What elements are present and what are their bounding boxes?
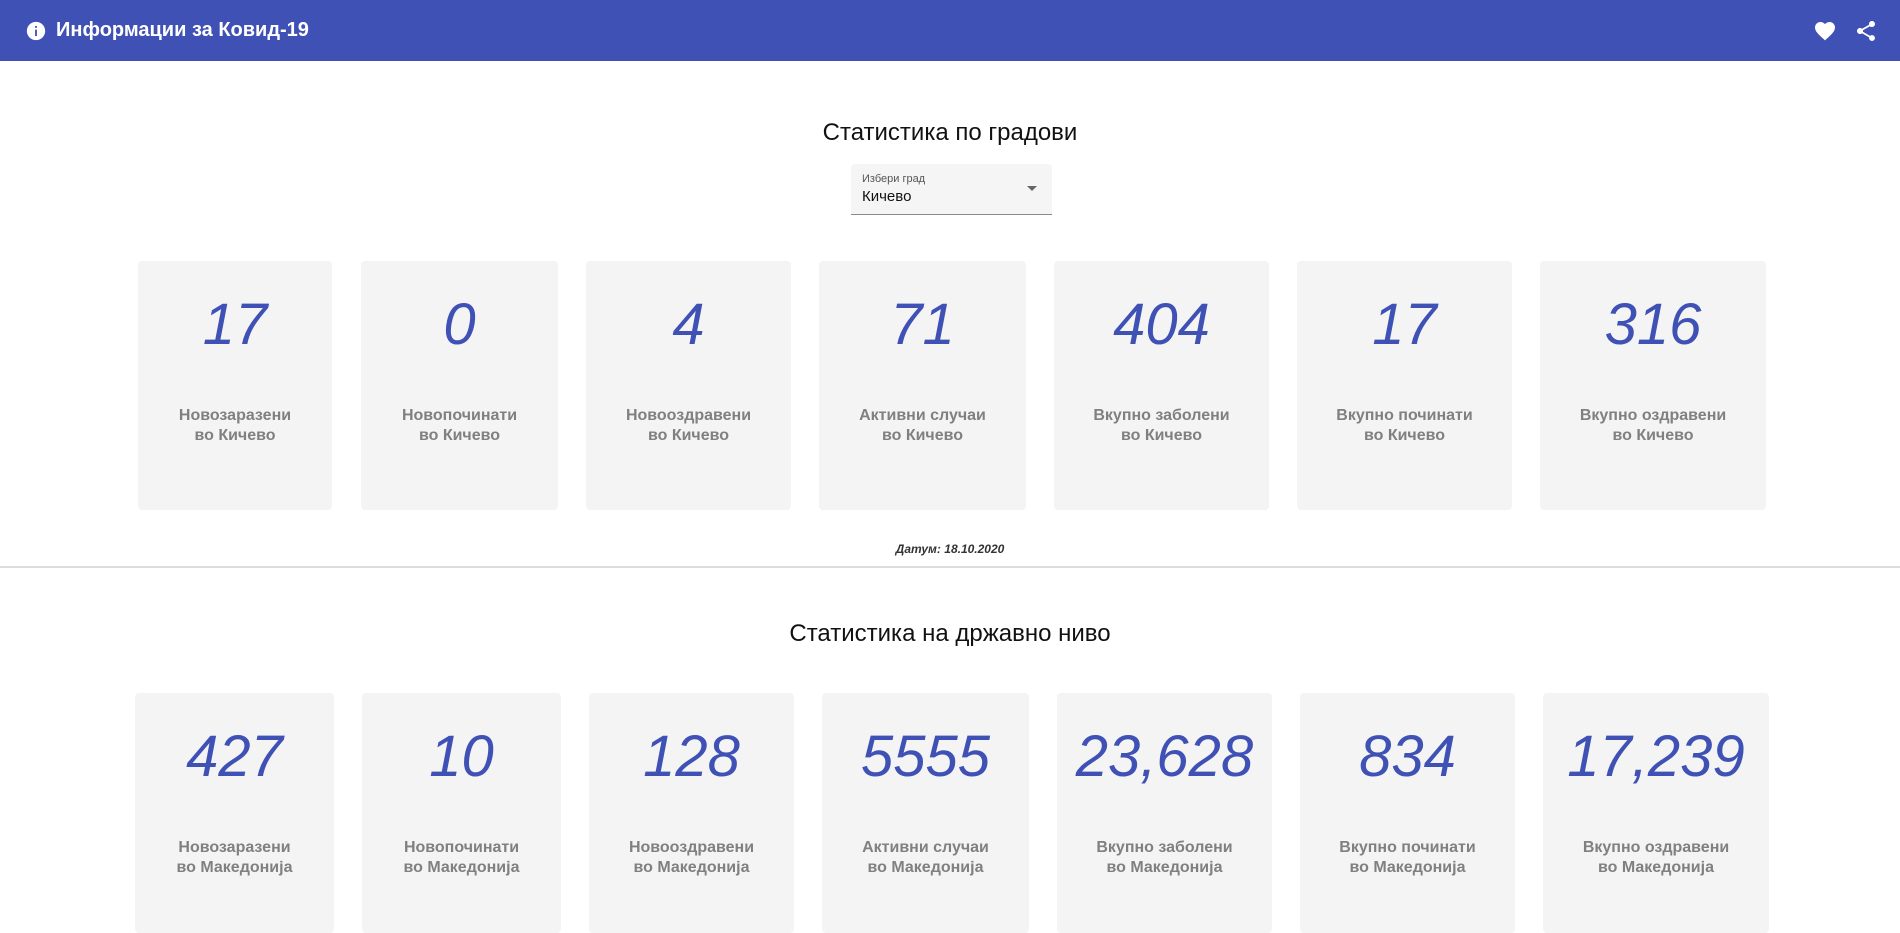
- stat-label: Новопочинати во Македонија: [403, 839, 520, 876]
- stat-value: 5555: [860, 724, 991, 789]
- stat-value: 316: [1604, 292, 1702, 357]
- city-stat-card: 0 Новопочинати во Кичево: [361, 261, 558, 510]
- stat-value: 23,628: [1075, 724, 1254, 789]
- city-stat-card: 17 Новозаразени во Кичево: [138, 261, 332, 510]
- city-select-value: Кичево: [862, 188, 912, 205]
- stat-label: Новооздравени во Кичево: [625, 407, 752, 444]
- stat-label: Вкупно заболени во Кичево: [1093, 407, 1230, 444]
- city-stat-card: 404 Вкупно заболени во Кичево: [1054, 261, 1269, 510]
- stat-value: 17: [1372, 292, 1437, 357]
- stat-value: 71: [890, 292, 955, 357]
- country-stats-title: Статистика на државно ниво: [789, 620, 1111, 647]
- stat-value: 17,239: [1567, 724, 1745, 789]
- stat-label: Вкупно заболени во Македонија: [1096, 839, 1233, 876]
- stat-label: Новозаразени во Кичево: [178, 407, 292, 444]
- country-stat-card: 128 Новооздравени во Македонија: [589, 693, 794, 933]
- share-icon[interactable]: [1854, 19, 1878, 43]
- stat-label: Активни случаи во Кичево: [859, 407, 986, 444]
- city-stat-card: 71 Активни случаи во Кичево: [819, 261, 1026, 510]
- country-stat-card: 834 Вкупно починати во Македонија: [1300, 693, 1515, 933]
- country-stat-card: 23,628 Вкупно заболени во Македонија: [1057, 693, 1272, 933]
- city-stat-card: 17 Вкупно починати во Кичево: [1297, 261, 1512, 510]
- stat-value: 404: [1113, 292, 1210, 357]
- country-stat-card: 17,239 Вкупно оздравени во Македонија: [1543, 693, 1769, 933]
- stat-value: 0: [443, 292, 476, 357]
- stat-value: 834: [1359, 724, 1456, 789]
- country-stat-card: 10 Новопочинати во Македонија: [362, 693, 561, 933]
- stat-label: Новопочинати во Кичево: [401, 407, 518, 444]
- section-divider: [0, 566, 1900, 568]
- app-toolbar: Информации за Ковид-19: [0, 0, 1900, 61]
- country-stat-card: 427 Новозаразени во Македонија: [135, 693, 334, 933]
- stat-value: 10: [429, 724, 494, 789]
- stat-value: 427: [186, 724, 283, 789]
- stat-label: Вкупно оздравени во Кичево: [1579, 407, 1727, 444]
- city-select-label: Избери град: [862, 173, 926, 185]
- info-icon: [26, 21, 46, 41]
- stat-label: Новозаразени во Македонија: [176, 839, 293, 876]
- stat-label: Вкупно починати во Кичево: [1336, 407, 1473, 444]
- city-stat-card: 316 Вкупно оздравени во Кичево: [1540, 261, 1766, 510]
- stat-label: Вкупно починати во Македонија: [1339, 839, 1476, 876]
- city-select[interactable]: Избери град Кичево: [851, 164, 1052, 215]
- stat-label: Активни случаи во Македонија: [862, 839, 989, 876]
- stat-value: 4: [672, 292, 705, 357]
- chevron-down-icon[interactable]: [1027, 186, 1037, 191]
- app-title: Информации за Ковид-19: [56, 19, 309, 41]
- heart-icon[interactable]: [1813, 19, 1837, 43]
- stat-value: 17: [202, 292, 268, 357]
- city-stat-card: 4 Новооздравени во Кичево: [586, 261, 791, 510]
- stat-value: 128: [643, 724, 740, 789]
- city-stats-title: Статистика по градови: [822, 119, 1078, 146]
- country-stat-card: 5555 Активни случаи во Македонија: [822, 693, 1029, 933]
- stats-date: Датум: 18.10.2020: [895, 542, 1005, 556]
- stat-label: Новооздравени во Македонија: [628, 839, 755, 876]
- stat-label: Вкупно оздравени во Македонија: [1582, 839, 1730, 876]
